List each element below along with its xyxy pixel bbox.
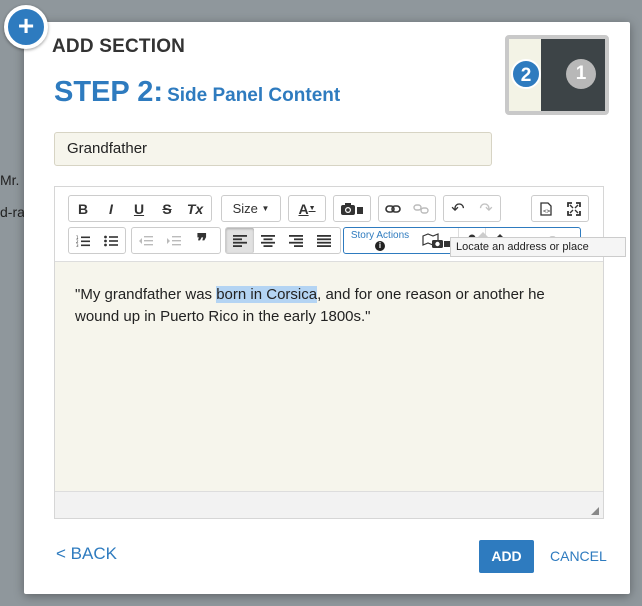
align-left-icon[interactable] <box>226 228 254 253</box>
outdent-icon[interactable] <box>132 228 160 253</box>
justify-icon[interactable] <box>310 228 338 253</box>
numbered-list-icon[interactable]: 123 <box>69 228 97 253</box>
view-group: <> <box>531 195 589 222</box>
selected-text: born in Corsica <box>216 286 318 303</box>
step-number: STEP 2: <box>54 76 164 108</box>
info-icon[interactable]: i <box>375 241 385 251</box>
unlink-icon[interactable] <box>407 196 435 221</box>
strikethrough-button[interactable]: S <box>153 196 181 221</box>
step-badge-active: 2 <box>511 59 541 89</box>
backdrop-text: Mr. <box>0 172 20 188</box>
align-center-icon[interactable] <box>254 228 282 253</box>
dialog-title: ADD SECTION <box>52 36 186 57</box>
redo-icon[interactable]: ↷ <box>472 196 500 221</box>
back-button[interactable]: < BACK <box>56 544 117 564</box>
svg-text:<>: <> <box>543 208 551 215</box>
history-group: ↶ ↷ <box>443 195 501 222</box>
section-title-input[interactable]: Grandfather <box>54 132 492 166</box>
editor-content[interactable]: "My grandfather was born in Corsica, and… <box>75 284 575 328</box>
resize-handle-icon[interactable] <box>591 507 599 515</box>
camera-icon <box>334 196 370 221</box>
underline-button[interactable]: U <box>125 196 153 221</box>
svg-text:3: 3 <box>76 243 79 247</box>
rich-text-editor: B I U S Tx Size ▼ A ▼ ↶ ↷ <> 1 2 3 ❞ Sto… <box>54 186 604 519</box>
indent-icon[interactable] <box>160 228 188 253</box>
layout-thumbnail: 2 1 <box>505 35 609 115</box>
size-dropdown[interactable]: Size ▼ <box>221 195 281 222</box>
step-label: Side Panel Content <box>167 85 341 106</box>
tooltip: Locate an address or place <box>450 232 626 257</box>
align-group <box>225 227 341 254</box>
source-icon[interactable]: <> <box>532 196 560 221</box>
editor-statusbar <box>55 491 603 518</box>
insert-image-button[interactable] <box>333 195 371 222</box>
font-color-icon: A ▼ <box>298 200 316 217</box>
backdrop-text: d-ra <box>0 204 25 220</box>
bold-button[interactable]: B <box>69 196 97 221</box>
link-group <box>378 195 436 222</box>
content-text: "My grandfather was <box>75 286 217 303</box>
story-actions-label: Story Actions i <box>350 230 410 251</box>
undo-icon[interactable]: ↶ <box>444 196 472 221</box>
font-color-dropdown[interactable]: A ▼ <box>288 195 326 222</box>
clear-format-button[interactable]: Tx <box>181 196 209 221</box>
list-group: 123 <box>68 227 126 254</box>
step-badge-inactive: 1 <box>566 59 596 89</box>
link-icon[interactable] <box>379 196 407 221</box>
maximize-icon[interactable] <box>560 196 588 221</box>
bullet-list-icon[interactable] <box>97 228 125 253</box>
chevron-down-icon: ▼ <box>261 204 270 213</box>
cancel-button[interactable]: CANCEL <box>550 548 607 564</box>
add-section-dialog: ADD SECTION STEP 2: Side Panel Content 2 … <box>24 22 630 594</box>
size-label: Size ▼ <box>232 201 270 216</box>
step-heading: STEP 2: Side Panel Content <box>54 76 340 109</box>
italic-button[interactable]: I <box>97 196 125 221</box>
indent-group: ❞ <box>131 227 221 254</box>
blockquote-icon[interactable]: ❞ <box>188 228 216 253</box>
add-button[interactable]: ADD <box>479 540 534 573</box>
align-right-icon[interactable] <box>282 228 310 253</box>
plus-icon: + <box>4 5 48 49</box>
format-group: B I U S Tx <box>68 195 212 222</box>
